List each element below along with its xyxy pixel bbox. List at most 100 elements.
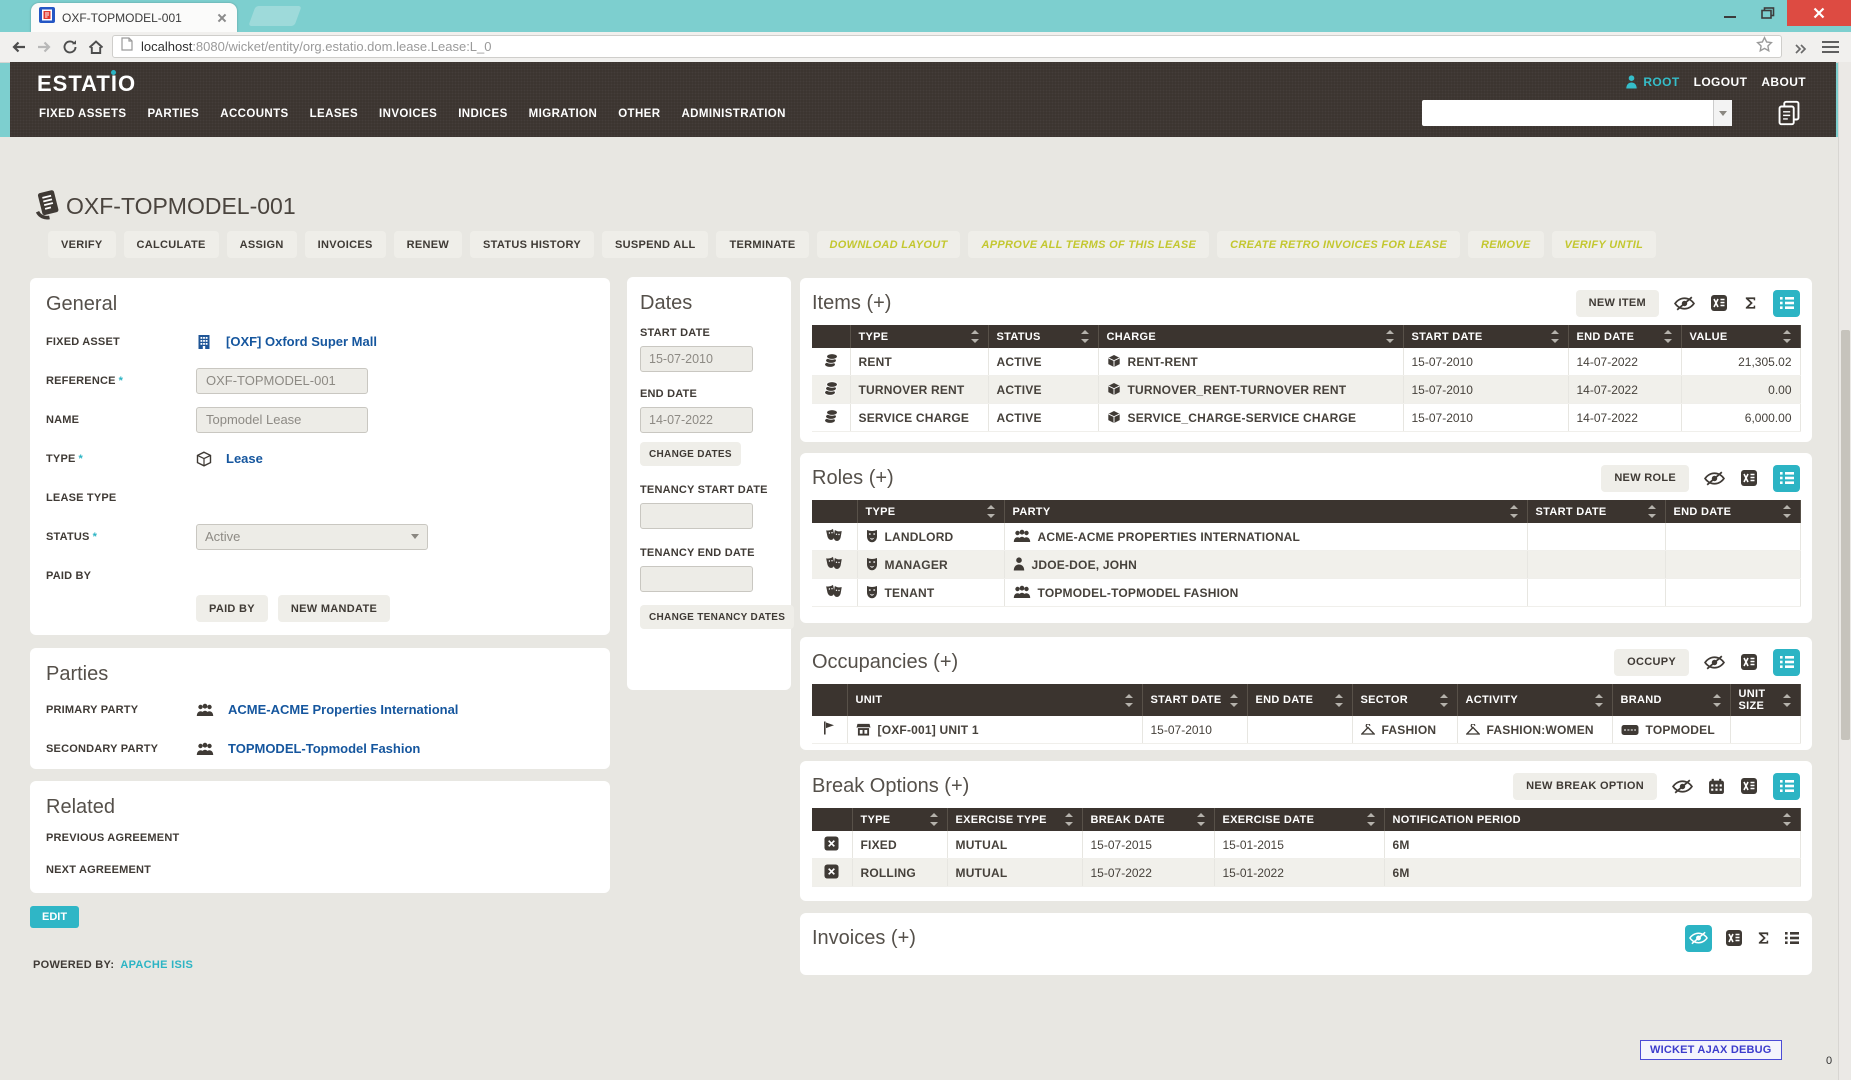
end-date-field[interactable] xyxy=(640,407,753,433)
suspend-all-button[interactable]: SUSPEND ALL xyxy=(602,231,709,258)
sort-icon[interactable] xyxy=(1197,813,1206,826)
sort-icon[interactable] xyxy=(1440,694,1449,707)
occ-col-unit-size[interactable]: UNIT SIZE xyxy=(1730,684,1800,716)
new-break-option-button[interactable]: NEW BREAK OPTION xyxy=(1513,773,1657,800)
sort-icon[interactable] xyxy=(1783,505,1792,518)
occ-col-end-date[interactable]: END DATE xyxy=(1247,684,1352,716)
menu-hamburger-icon[interactable] xyxy=(1822,41,1839,53)
items-col-end-date[interactable]: END DATE xyxy=(1568,325,1681,348)
occ-col-unit[interactable]: UNIT xyxy=(847,684,1142,716)
secondary-party-link[interactable]: TOPMODEL-Topmodel Fashion xyxy=(196,741,420,756)
wicket-ajax-debug-link[interactable]: WICKET AJAX DEBUG xyxy=(1640,1040,1782,1060)
occ-col-sector[interactable]: SECTOR xyxy=(1352,684,1457,716)
export-excel-icon[interactable] xyxy=(1725,929,1743,947)
calendar-icon[interactable] xyxy=(1708,778,1725,795)
primary-party-link[interactable]: ACME-ACME Properties International xyxy=(196,702,458,717)
sort-icon[interactable] xyxy=(1230,694,1239,707)
sort-icon[interactable] xyxy=(1081,330,1090,343)
nav-item-parties[interactable]: PARTIES xyxy=(147,108,199,120)
browser-tab[interactable]: OXF-TOPMODEL-001 xyxy=(31,3,237,32)
list-view-button-active[interactable] xyxy=(1773,290,1800,317)
user-menu[interactable]: ROOT xyxy=(1625,75,1679,89)
break-col-break-date[interactable]: BREAK DATE xyxy=(1082,808,1214,831)
hide-columns-button-active[interactable] xyxy=(1685,925,1712,952)
list-view-button-active[interactable] xyxy=(1773,465,1800,492)
search-dropdown-button[interactable] xyxy=(1713,100,1732,126)
occ-col-activity[interactable]: ACTIVITY xyxy=(1457,684,1612,716)
item-row[interactable]: TURNOVER RENT ACTIVE TURNOVER_RENT-TURNO… xyxy=(812,376,1800,404)
verify-button[interactable]: VERIFY xyxy=(48,231,116,258)
new-mandate-button[interactable]: NEW MANDATE xyxy=(278,595,390,622)
export-excel-icon[interactable] xyxy=(1710,294,1728,312)
list-view-button-active[interactable] xyxy=(1773,649,1800,676)
occupancy-row[interactable]: [OXF-001] UNIT 1 15-07-2010 FASHION FASH… xyxy=(812,716,1800,744)
items-title[interactable]: Items (+) xyxy=(812,292,891,315)
verify-until-button[interactable]: VERIFY UNTIL xyxy=(1552,231,1657,258)
sort-icon[interactable] xyxy=(1783,813,1792,826)
sort-icon[interactable] xyxy=(1713,694,1722,707)
break-option-row[interactable]: FIXED MUTUAL 15-07-2015 15-01-2015 6M xyxy=(812,831,1800,859)
sort-icon[interactable] xyxy=(1783,330,1792,343)
tab-close-icon[interactable] xyxy=(215,11,229,25)
roles-col-type[interactable]: TYPE xyxy=(857,500,1004,523)
items-col-charge[interactable]: CHARGE xyxy=(1098,325,1403,348)
sort-icon[interactable] xyxy=(930,813,939,826)
item-row[interactable]: RENT ACTIVE RENT-RENT 15-07-2010 14-07-2… xyxy=(812,348,1800,376)
sort-icon[interactable] xyxy=(1595,694,1604,707)
url-text[interactable]: localhost:8080/wicket/entity/org.estatio… xyxy=(141,39,1756,54)
scrollbar[interactable] xyxy=(1838,62,1851,1080)
export-excel-icon[interactable] xyxy=(1740,469,1758,487)
new-role-button[interactable]: NEW ROLE xyxy=(1601,465,1689,492)
sort-icon[interactable] xyxy=(971,330,980,343)
nav-item-indices[interactable]: INDICES xyxy=(458,108,507,120)
terminate-button[interactable]: TERMINATE xyxy=(716,231,808,258)
edit-button[interactable]: EDIT xyxy=(30,906,79,928)
change-tenancy-dates-button[interactable]: CHANGE TENANCY DATES xyxy=(640,605,794,629)
estatio-logo[interactable]: ESTATIO xyxy=(37,71,136,97)
role-row[interactable]: MANAGER JDOE-DOE, JOHN xyxy=(812,551,1800,579)
assign-button[interactable]: ASSIGN xyxy=(227,231,297,258)
items-col-type[interactable]: TYPE xyxy=(850,325,988,348)
invoices-title[interactable]: Invoices (+) xyxy=(812,927,916,950)
about-link[interactable]: ABOUT xyxy=(1761,75,1806,89)
sort-icon[interactable] xyxy=(1335,694,1344,707)
occ-col-start-date[interactable]: START DATE xyxy=(1142,684,1247,716)
calculate-button[interactable]: CALCULATE xyxy=(124,231,219,258)
new-tab-button[interactable] xyxy=(248,6,301,26)
items-col-value[interactable]: VALUE xyxy=(1681,325,1800,348)
roles-col-party[interactable]: PARTY xyxy=(1004,500,1527,523)
role-row[interactable]: TENANT TOPMODEL-TOPMODEL FASHION xyxy=(812,579,1800,607)
tenancy-end-date-field[interactable] xyxy=(640,566,753,592)
nav-item-invoices[interactable]: INVOICES xyxy=(379,108,437,120)
sort-icon[interactable] xyxy=(1065,813,1074,826)
break-options-title[interactable]: Break Options (+) xyxy=(812,775,969,798)
break-col-exercise-type[interactable]: EXERCISE TYPE xyxy=(947,808,1082,831)
occupy-button[interactable]: OCCUPY xyxy=(1614,649,1689,676)
summary-sigma-icon[interactable] xyxy=(1756,930,1771,946)
item-row[interactable]: SERVICE CHARGE ACTIVE SERVICE_CHARGE-SER… xyxy=(812,404,1800,432)
invoices-button[interactable]: INVOICES xyxy=(305,231,386,258)
back-icon[interactable] xyxy=(8,37,28,57)
window-maximize-button[interactable] xyxy=(1749,0,1787,26)
export-excel-icon[interactable] xyxy=(1740,777,1758,795)
break-option-row[interactable]: ROLLING MUTUAL 15-07-2022 15-01-2022 6M xyxy=(812,859,1800,887)
items-col-status[interactable]: STATUS xyxy=(988,325,1098,348)
remove-button[interactable]: REMOVE xyxy=(1468,231,1543,258)
nav-item-leases[interactable]: LEASES xyxy=(310,108,358,120)
status-select[interactable]: Active xyxy=(196,524,428,550)
sort-icon[interactable] xyxy=(1664,330,1673,343)
sort-icon[interactable] xyxy=(1783,694,1792,707)
hide-columns-icon[interactable] xyxy=(1704,655,1725,670)
hide-columns-icon[interactable] xyxy=(1672,779,1693,794)
overflow-chevrons-icon[interactable] xyxy=(1790,39,1810,59)
roles-col-start-date[interactable]: START DATE xyxy=(1527,500,1665,523)
occupancies-title[interactable]: Occupancies (+) xyxy=(812,651,958,674)
nav-item-fixed-assets[interactable]: FIXED ASSETS xyxy=(39,108,126,120)
sort-icon[interactable] xyxy=(1551,330,1560,343)
summary-sigma-icon[interactable] xyxy=(1743,295,1758,311)
hide-columns-icon[interactable] xyxy=(1674,296,1695,311)
sort-icon[interactable] xyxy=(1510,505,1519,518)
nav-item-other[interactable]: OTHER xyxy=(618,108,660,120)
nav-item-migration[interactable]: MIGRATION xyxy=(529,108,598,120)
apache-isis-link[interactable]: APACHE ISIS xyxy=(120,959,193,971)
